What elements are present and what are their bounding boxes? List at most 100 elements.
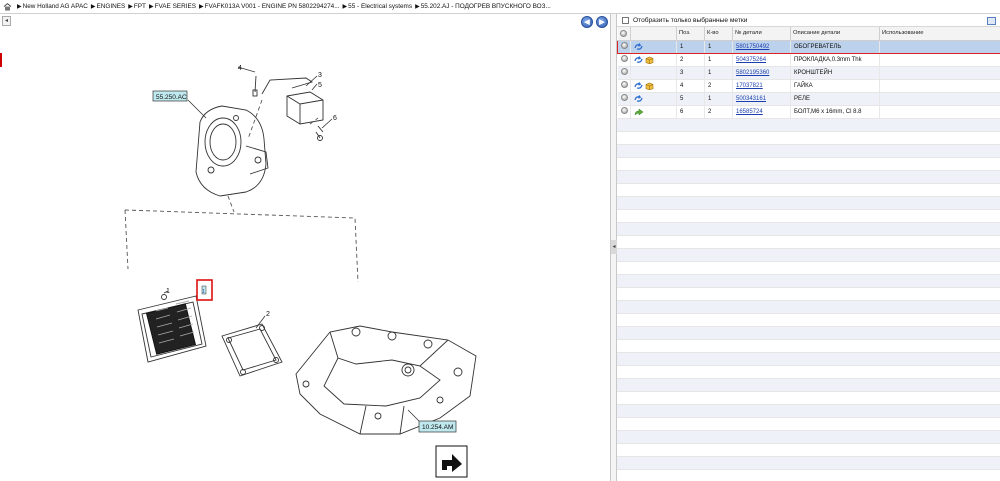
callout-2[interactable]: 2 — [266, 311, 270, 318]
relay — [261, 77, 324, 125]
empty-row — [617, 300, 1000, 314]
arrow-forward-icon[interactable] — [634, 108, 644, 116]
callout-4[interactable]: 4 — [238, 65, 242, 72]
ref-label-10-254[interactable]: 10.254.AM — [418, 420, 457, 433]
part-number-link[interactable]: 504375264 — [736, 57, 766, 63]
parts-list-panel: Отобразить только выбранные метки Поз. К… — [617, 14, 1000, 481]
callout-3[interactable]: 3 — [318, 72, 322, 79]
row-select-icon[interactable] — [620, 55, 628, 62]
empty-row — [617, 443, 1000, 457]
header-usage[interactable]: Использование — [879, 27, 1000, 41]
refresh-icon[interactable] — [634, 81, 643, 90]
show-selected-label: Отобразить только выбранные метки — [633, 16, 748, 24]
row-select-icon[interactable] — [621, 42, 628, 49]
breadcrumb-item[interactable]: ▶New Holland AG APAC — [17, 3, 88, 10]
empty-row — [617, 274, 1000, 288]
empty-row — [617, 469, 1000, 481]
breadcrumb-item[interactable]: ▶FVAFK013A V001 - ENGINE PN 5802294274..… — [199, 3, 340, 10]
header-select[interactable] — [617, 27, 631, 41]
empty-row — [617, 248, 1000, 262]
empty-row — [617, 196, 1000, 210]
empty-row — [617, 456, 1000, 470]
row-icons — [634, 54, 676, 66]
breadcrumb-item[interactable]: ▶55.202.AJ - ПОДОГРЕВ ВПУСКНОГО ВОЗ... — [415, 3, 551, 10]
callout-1[interactable]: 1 — [166, 288, 170, 295]
refresh-icon[interactable] — [634, 42, 643, 51]
empty-row — [617, 365, 1000, 379]
empty-row — [617, 404, 1000, 418]
heater-housing — [195, 105, 269, 197]
svg-text:10.254.AM: 10.254.AM — [422, 424, 453, 431]
callout-5[interactable]: 5 — [318, 82, 322, 89]
refresh-icon[interactable] — [634, 55, 643, 64]
header-description[interactable]: Описание детали — [790, 27, 880, 41]
breadcrumb: ▶New Holland AG APAC ▶ENGINES ▶FPT ▶FVAE… — [0, 0, 1000, 14]
table-row[interactable]: 6 2 16585724 БОЛТ,M6 x 16mm, Cl 8.8 — [617, 105, 1000, 119]
part-number-link[interactable]: 17037821 — [736, 83, 763, 89]
gasket — [221, 323, 283, 377]
table-row[interactable]: 5 1 500343161 РЕЛЕ — [617, 92, 1000, 106]
table-header: Поз. К-во № детали Описание детали Испол… — [617, 27, 1000, 41]
table-row[interactable]: 3 1 5802195360 КРОНШТЕЙН — [617, 66, 1000, 80]
empty-row — [617, 287, 1000, 301]
part-number-link[interactable]: 16585724 — [736, 109, 763, 115]
table-row[interactable]: 4 2 17037821 ГАЙКА — [617, 79, 1000, 93]
empty-row — [617, 352, 1000, 366]
row-icons — [634, 93, 676, 105]
exploded-view-panel: ◂ ◀ ▶ 3 5 4 6 1 2 55.250.AC 10.254.AM 1 — [0, 14, 611, 481]
empty-row — [617, 131, 1000, 145]
empty-row — [617, 417, 1000, 431]
row-icons — [634, 41, 676, 52]
empty-row — [617, 326, 1000, 340]
svg-text:1: 1 — [202, 289, 205, 295]
row-select-icon[interactable] — [620, 81, 628, 88]
table-row[interactable]: 1 1 5801750492 ОБОГРЕВАТЕЛЬ — [617, 39, 1000, 54]
row-icons — [634, 106, 676, 118]
callout-6[interactable]: 6 — [333, 115, 337, 122]
breadcrumb-item[interactable]: ▶FVAE SERIES — [149, 3, 196, 10]
empty-row — [617, 261, 1000, 275]
home-icon[interactable] — [3, 2, 12, 11]
part-number-link[interactable]: 500343161 — [736, 96, 766, 102]
empty-rows — [617, 118, 1000, 481]
header-quantity[interactable]: К-во — [704, 27, 733, 41]
empty-row — [617, 118, 1000, 132]
navigate-arrow-button[interactable] — [435, 445, 468, 478]
row-icons — [634, 80, 676, 92]
package-icon[interactable] — [645, 82, 654, 90]
row-select-icon[interactable] — [620, 107, 628, 114]
part-number-link[interactable]: 5801750492 — [736, 44, 769, 50]
leader-lines — [163, 66, 421, 423]
header-icons — [630, 27, 677, 41]
row-select-icon[interactable] — [620, 94, 628, 101]
refresh-icon[interactable] — [634, 94, 643, 103]
select-all-icon[interactable] — [619, 29, 627, 37]
empty-row — [617, 157, 1000, 171]
row-select-icon[interactable] — [620, 68, 628, 75]
empty-row — [617, 144, 1000, 158]
table-row[interactable]: 2 1 504375264 ПРОКЛАДКА,0.3mm Thk — [617, 53, 1000, 67]
show-selected-checkbox[interactable] — [622, 16, 629, 24]
svg-text:55.250.AC: 55.250.AC — [156, 94, 187, 101]
empty-row — [617, 339, 1000, 353]
package-icon[interactable] — [645, 56, 654, 64]
breadcrumb-item[interactable]: ▶FPT — [128, 3, 146, 10]
breadcrumb-item[interactable]: ▶ENGINES — [91, 3, 125, 10]
empty-row — [617, 170, 1000, 184]
empty-row — [617, 378, 1000, 392]
parts-diagram: 3 5 4 6 1 2 55.250.AC 10.254.AM 1 — [124, 65, 477, 478]
empty-row — [617, 235, 1000, 249]
app-window: ▶New Holland AG APAC ▶ENGINES ▶FPT ▶FVAE… — [0, 0, 1000, 481]
ref-label-55-250[interactable]: 55.250.AC — [152, 90, 188, 102]
breadcrumb-item[interactable]: ▶55 - Electrical systems — [343, 3, 413, 10]
parts-table: Поз. К-во № детали Описание детали Испол… — [617, 27, 1000, 119]
selected-hotspot[interactable]: 1 — [196, 279, 213, 301]
part-number-link[interactable]: 5802195360 — [736, 70, 769, 76]
empty-row — [617, 430, 1000, 444]
list-settings-icon[interactable] — [987, 17, 996, 25]
header-part-number[interactable]: № детали — [732, 27, 791, 41]
empty-row — [617, 209, 1000, 223]
parts-table-body: 1 1 5801750492 ОБОГРЕВАТЕЛЬ 2 1 50437526… — [617, 39, 1000, 119]
header-position[interactable]: Поз. — [676, 27, 705, 41]
intake-manifold — [295, 325, 477, 435]
